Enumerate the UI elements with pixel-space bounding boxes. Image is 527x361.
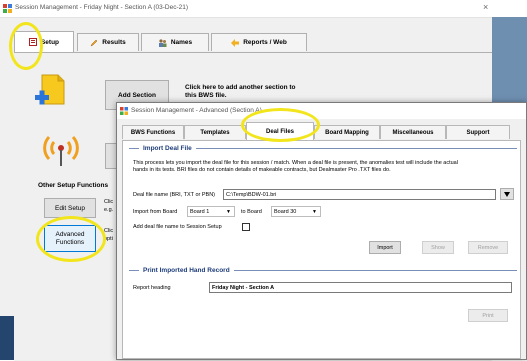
report-heading-input[interactable]: Friday Night - Section A (209, 282, 512, 293)
divider (195, 148, 517, 149)
import-section-title: Import Deal File (143, 145, 192, 152)
dropdown-arrow-icon (504, 191, 510, 197)
advanced-dialog: Session Management - Advanced (Section A… (116, 102, 527, 360)
tab-label: Names (170, 39, 193, 46)
advanced-label-line1: Advanced (55, 230, 85, 238)
deal-file-label: Deal file name (BRI, TXT or PBN) (133, 192, 216, 198)
dialog-tabs: BWS Functions Templates Deal Files Board… (122, 122, 521, 140)
pencil-icon (90, 39, 98, 47)
print-section-title: Print Imported Hand Record (143, 267, 230, 274)
advanced-desc-line2: opti (104, 236, 113, 242)
dialog-title: Session Management - Advanced (Section A… (131, 107, 262, 114)
tab-names[interactable]: Names (141, 33, 209, 51)
tab-board-mapping[interactable]: Board Mapping (314, 125, 380, 139)
tab-reports-web[interactable]: Reports / Web (211, 33, 307, 51)
setup-icon (28, 38, 37, 46)
edit-setup-button[interactable]: Edit Setup (44, 198, 96, 218)
app-icon (3, 4, 12, 13)
add-deal-checkbox[interactable] (242, 223, 250, 231)
app-icon (120, 107, 128, 115)
import-button[interactable]: Import (369, 241, 401, 254)
from-board-select[interactable]: Board 1 ▼ (187, 206, 235, 217)
main-tabs: Setup Results Names Reports / Web (14, 31, 492, 52)
advanced-functions-button[interactable]: Advanced Functions (44, 225, 96, 252)
divider (129, 270, 139, 271)
edit-setup-desc-line1: Clic (104, 199, 114, 205)
tab-deal-files[interactable]: Deal Files (246, 122, 314, 140)
broadcast-icon (43, 135, 79, 166)
tab-miscellaneous[interactable]: Miscellaneous (380, 125, 446, 139)
import-from-label: Import from Board (133, 209, 178, 215)
to-board-label: to Board (241, 209, 262, 215)
deal-files-panel: Import Deal File This process lets you i… (122, 140, 521, 359)
new-file-icon (35, 74, 65, 105)
people-icon (158, 38, 167, 47)
tab-label: Reports / Web (243, 39, 287, 46)
chevron-down-icon: ▼ (312, 208, 317, 215)
from-board-value: Board 1 (190, 208, 210, 215)
main-titlebar: Session Management - Friday Night - Sect… (0, 0, 527, 18)
divider (233, 270, 517, 271)
tab-setup[interactable]: Setup (14, 31, 74, 52)
close-icon[interactable]: × (483, 2, 488, 12)
import-description: This process lets you import the deal fi… (133, 160, 513, 174)
other-setup-label: Other Setup Functions (38, 182, 109, 189)
tab-bws-functions[interactable]: BWS Functions (122, 125, 184, 139)
import-desc-line1: This process lets you import the deal fi… (133, 160, 458, 166)
add-deal-label: Add deal file name to Session Setup (133, 224, 222, 230)
dialog-titlebar: Session Management - Advanced (Section A… (117, 103, 526, 119)
divider (129, 148, 139, 149)
advanced-desc-line1: Clic (104, 228, 114, 234)
edit-setup-desc-line2: e.g. (104, 207, 114, 213)
tab-templates[interactable]: Templates (184, 125, 246, 139)
report-heading-label: Report heading (133, 285, 171, 291)
tab-support[interactable]: Support (446, 125, 510, 139)
tab-label: Setup (40, 38, 60, 46)
print-hand-record-header: Print Imported Hand Record (129, 267, 517, 274)
advanced-label-line2: Functions (55, 238, 85, 246)
tab-label: Results (102, 39, 126, 46)
to-board-value: Board 30 (274, 208, 297, 215)
import-desc-line2: hands in its tests. BRI files do not con… (133, 167, 391, 173)
show-button[interactable]: Show (422, 241, 454, 254)
import-deal-file-header: Import Deal File (129, 145, 517, 152)
main-window-title: Session Management - Friday Night - Sect… (15, 4, 189, 11)
add-section-description: Click here to add another section to thi… (185, 84, 296, 99)
browse-button[interactable] (500, 188, 514, 200)
deal-file-input[interactable]: C:\Temp\BDW-01.bri (223, 189, 496, 200)
chevron-down-icon: ▼ (226, 208, 231, 215)
remove-button[interactable]: Remove (468, 241, 508, 254)
background-strip (0, 316, 14, 360)
print-button[interactable]: Print (468, 309, 508, 322)
tab-results[interactable]: Results (77, 33, 139, 51)
to-board-select[interactable]: Board 30 ▼ (271, 206, 321, 217)
reports-icon (231, 38, 240, 47)
